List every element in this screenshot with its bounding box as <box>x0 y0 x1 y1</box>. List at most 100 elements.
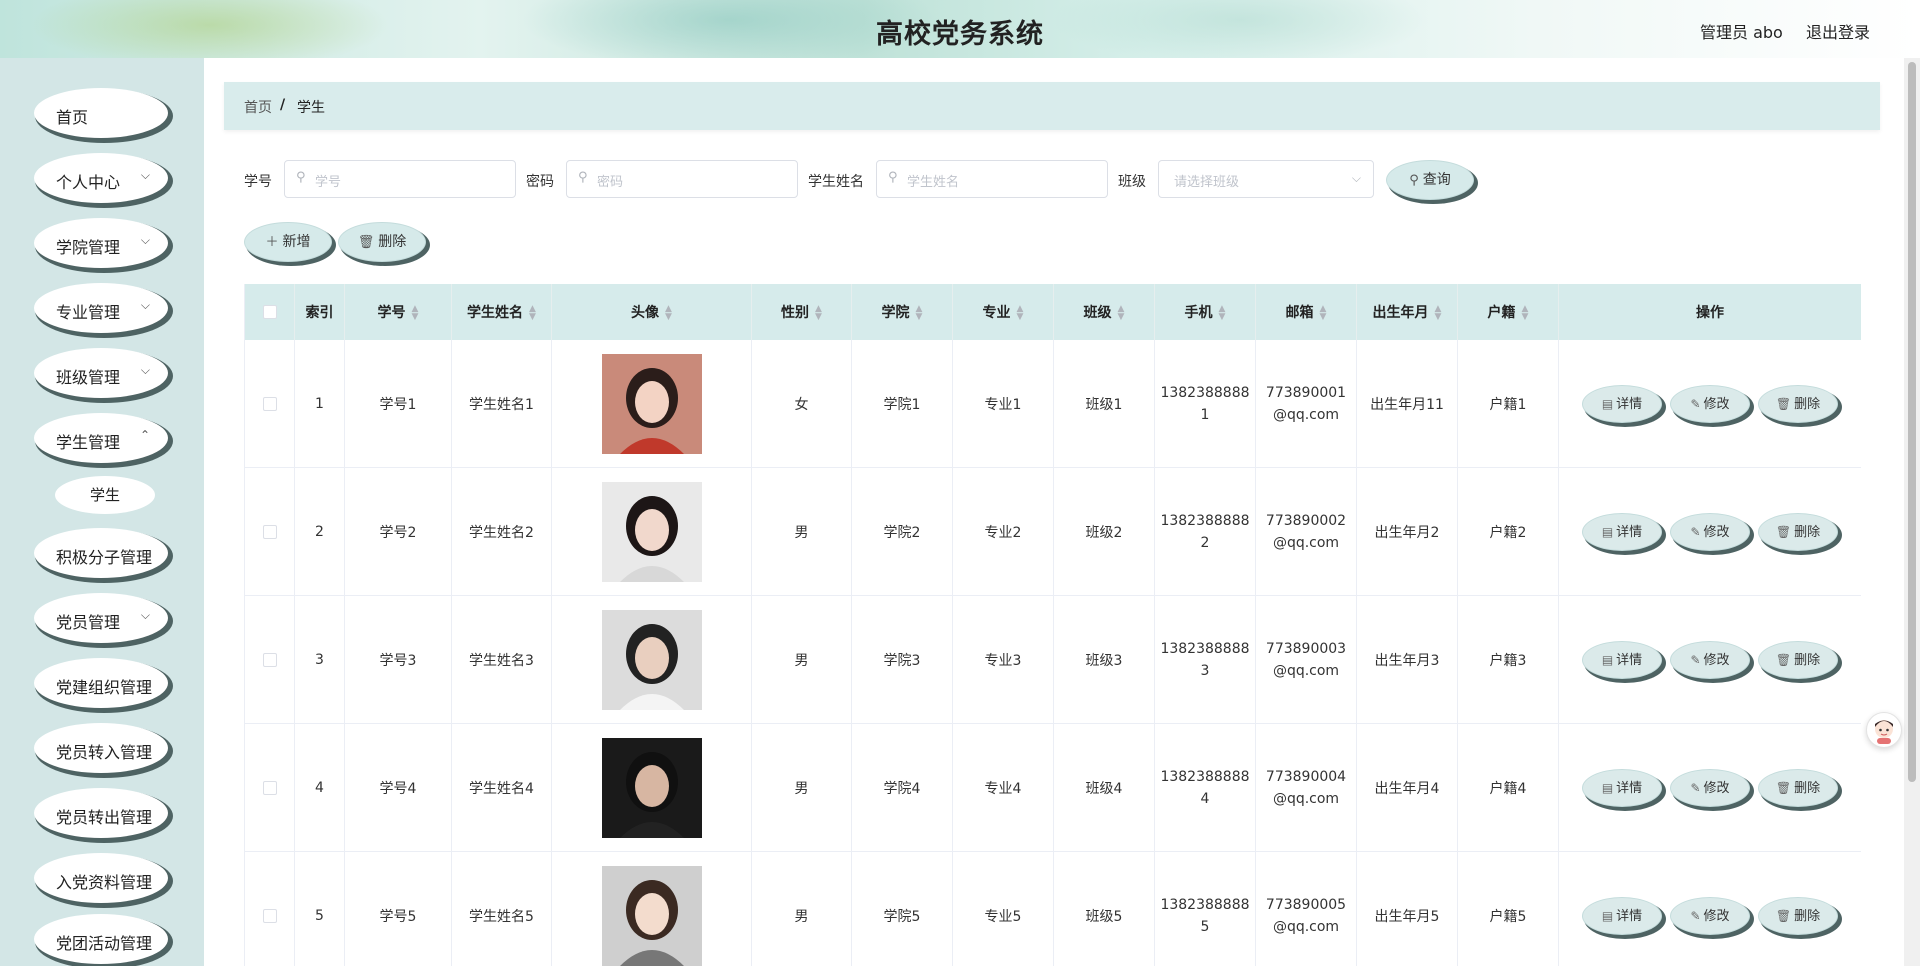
sort-icon[interactable]: ▲ ▼ <box>916 305 923 322</box>
sidebar-item-college[interactable]: 学院管理 ⌵ <box>34 218 168 268</box>
edit-icon: ✎ <box>1690 780 1701 795</box>
cell-birth: 出生年月4 <box>1356 723 1458 852</box>
batch-delete-button[interactable]: 🗑 删除 <box>338 222 426 262</box>
sort-icon[interactable]: ▲ ▼ <box>412 305 419 322</box>
assistant-avatar-button[interactable] <box>1866 712 1902 748</box>
row-select-cell[interactable] <box>244 851 295 966</box>
sort-icon[interactable]: ▲ ▼ <box>665 305 672 322</box>
column-header-hukou[interactable]: 户籍 ▲ ▼ <box>1457 284 1559 340</box>
column-header-phone[interactable]: 手机 ▲ ▼ <box>1154 284 1256 340</box>
sidebar-item-personal-center[interactable]: 个人中心 ⌵ <box>34 153 168 203</box>
sidebar-item-label: 党员管理 <box>56 613 121 632</box>
row-select-cell[interactable] <box>244 723 295 852</box>
column-header-birth[interactable]: 出生年月 ▲ ▼ <box>1356 284 1458 340</box>
delete-button[interactable]: 🗑 删除 <box>1758 640 1838 679</box>
cell-gender: 男 <box>751 723 852 852</box>
trash-icon: 🗑 <box>1775 524 1792 539</box>
search-icon: ⚲ <box>1409 173 1419 188</box>
cell-index: 1 <box>294 340 345 468</box>
cell-major: 专业5 <box>952 851 1054 966</box>
password-input[interactable]: ⚲ 密码 <box>566 160 798 198</box>
breadcrumb-home[interactable]: 首页 <box>244 97 272 117</box>
sidebar-item-transfer-out[interactable]: 党员转出管理 <box>34 788 168 838</box>
sort-icon[interactable]: ▲ ▼ <box>1320 305 1327 322</box>
sidebar-subitem-student[interactable]: 学生 <box>55 476 155 514</box>
trash-icon: 🗑 <box>357 235 375 250</box>
row-checkbox[interactable] <box>262 780 277 795</box>
edit-button[interactable]: ✎ 修改 <box>1670 512 1750 551</box>
row-select-cell[interactable] <box>244 595 295 724</box>
sidebar-item-transfer-in[interactable]: 党员转入管理 <box>34 723 168 773</box>
row-checkbox[interactable] <box>262 524 277 539</box>
select-all-header[interactable] <box>244 284 295 340</box>
delete-button[interactable]: 🗑 删除 <box>1758 512 1838 551</box>
column-header-avatar[interactable]: 头像 ▲ ▼ <box>551 284 752 340</box>
cell-actions: ▤ 详情 ✎ 修改 🗑 删除 <box>1558 467 1861 596</box>
cell-phone: 13823888881 <box>1154 340 1256 468</box>
sidebar-item-major[interactable]: 专业管理 ⌵ <box>34 283 168 333</box>
sort-icon[interactable]: ▲ ▼ <box>1219 305 1226 322</box>
table-row: 1 学号1 学生姓名1 女学院1 专业1 班级1 13823888881 773890001@… <box>244 340 1861 468</box>
student-avatar-image[interactable] <box>601 353 702 454</box>
sidebar-item-student[interactable]: 学生管理 ⌃ <box>34 413 168 463</box>
detail-button[interactable]: ▤ 详情 <box>1582 384 1662 423</box>
column-header-email[interactable]: 邮箱 ▲ ▼ <box>1255 284 1357 340</box>
add-button[interactable]: ＋新增 <box>244 222 332 262</box>
sort-icon[interactable]: ▲ ▼ <box>1118 305 1125 322</box>
row-checkbox[interactable] <box>262 396 277 411</box>
row-checkbox[interactable] <box>262 908 277 923</box>
sort-icon[interactable]: ▲ ▼ <box>1017 305 1024 322</box>
row-select-cell[interactable] <box>244 340 295 468</box>
page-scrollbar[interactable] <box>1904 58 1920 966</box>
delete-button[interactable]: 🗑 删除 <box>1758 768 1838 807</box>
row-select-cell[interactable] <box>244 467 295 596</box>
cell-phone: 13823888885 <box>1154 851 1256 966</box>
sidebar-item-home[interactable]: 首页 <box>34 88 168 138</box>
password-label: 密码 <box>526 174 554 190</box>
student-avatar-image[interactable] <box>601 865 702 966</box>
logout-link[interactable]: 退出登录 <box>1806 19 1870 43</box>
sidebar-item-party-member[interactable]: 党员管理 ⌵ <box>34 593 168 643</box>
column-header-student-no[interactable]: 学号 ▲ ▼ <box>344 284 452 340</box>
detail-button[interactable]: ▤ 详情 <box>1582 896 1662 935</box>
student-avatar-image[interactable] <box>601 737 702 838</box>
sort-icon[interactable]: ▲ ▼ <box>1522 305 1529 322</box>
delete-button[interactable]: 🗑 删除 <box>1758 896 1838 935</box>
edit-button[interactable]: ✎ 修改 <box>1670 640 1750 679</box>
detail-button[interactable]: ▤ 详情 <box>1582 512 1662 551</box>
select-all-checkbox[interactable] <box>262 305 277 319</box>
column-header-major[interactable]: 专业 ▲ ▼ <box>952 284 1054 340</box>
cell-college: 学院1 <box>851 340 953 468</box>
search-button[interactable]: ⚲ 查询 <box>1386 160 1474 200</box>
student-avatar-image[interactable] <box>601 609 702 710</box>
student-no-input[interactable]: ⚲ 学号 <box>284 160 516 198</box>
sort-icon[interactable]: ▲ ▼ <box>1435 305 1442 322</box>
cell-index: 4 <box>294 723 345 852</box>
cell-student-no: 学号1 <box>344 340 452 468</box>
student-name-input[interactable]: ⚲ 学生姓名 <box>876 160 1108 198</box>
student-avatar-image[interactable] <box>601 481 702 582</box>
sidebar-item-party-org[interactable]: 党建组织管理 <box>34 658 168 708</box>
detail-button[interactable]: ▤ 详情 <box>1582 640 1662 679</box>
cell-email: 773890004@qq.com <box>1255 723 1357 852</box>
edit-button[interactable]: ✎ 修改 <box>1670 768 1750 807</box>
sidebar-item-activist[interactable]: 积极分子管理 <box>34 528 168 578</box>
scrollbar-thumb[interactable] <box>1908 62 1916 782</box>
column-header-class[interactable]: 班级 ▲ ▼ <box>1053 284 1155 340</box>
delete-button[interactable]: 🗑 删除 <box>1758 384 1838 423</box>
column-header-college[interactable]: 学院 ▲ ▼ <box>851 284 953 340</box>
edit-button[interactable]: ✎ 修改 <box>1670 384 1750 423</box>
sort-icon[interactable]: ▲ ▼ <box>529 305 536 322</box>
column-header-name[interactable]: 学生姓名 ▲ ▼ <box>451 284 552 340</box>
row-checkbox[interactable] <box>262 652 277 667</box>
column-header-gender[interactable]: 性别 ▲ ▼ <box>751 284 852 340</box>
sidebar-item-join-docs[interactable]: 入党资料管理 <box>34 853 168 903</box>
detail-button[interactable]: ▤ 详情 <box>1582 768 1662 807</box>
sidebar-item-activities[interactable]: 党团活动管理 <box>34 914 168 964</box>
sidebar-item-class[interactable]: 班级管理 ⌵ <box>34 348 168 398</box>
cell-avatar <box>551 851 752 966</box>
class-select[interactable]: 请选择班级 ⌵ <box>1158 160 1374 198</box>
cell-actions: ▤ 详情 ✎ 修改 🗑 删除 <box>1558 723 1861 852</box>
sort-icon[interactable]: ▲ ▼ <box>815 305 822 322</box>
edit-button[interactable]: ✎ 修改 <box>1670 896 1750 935</box>
